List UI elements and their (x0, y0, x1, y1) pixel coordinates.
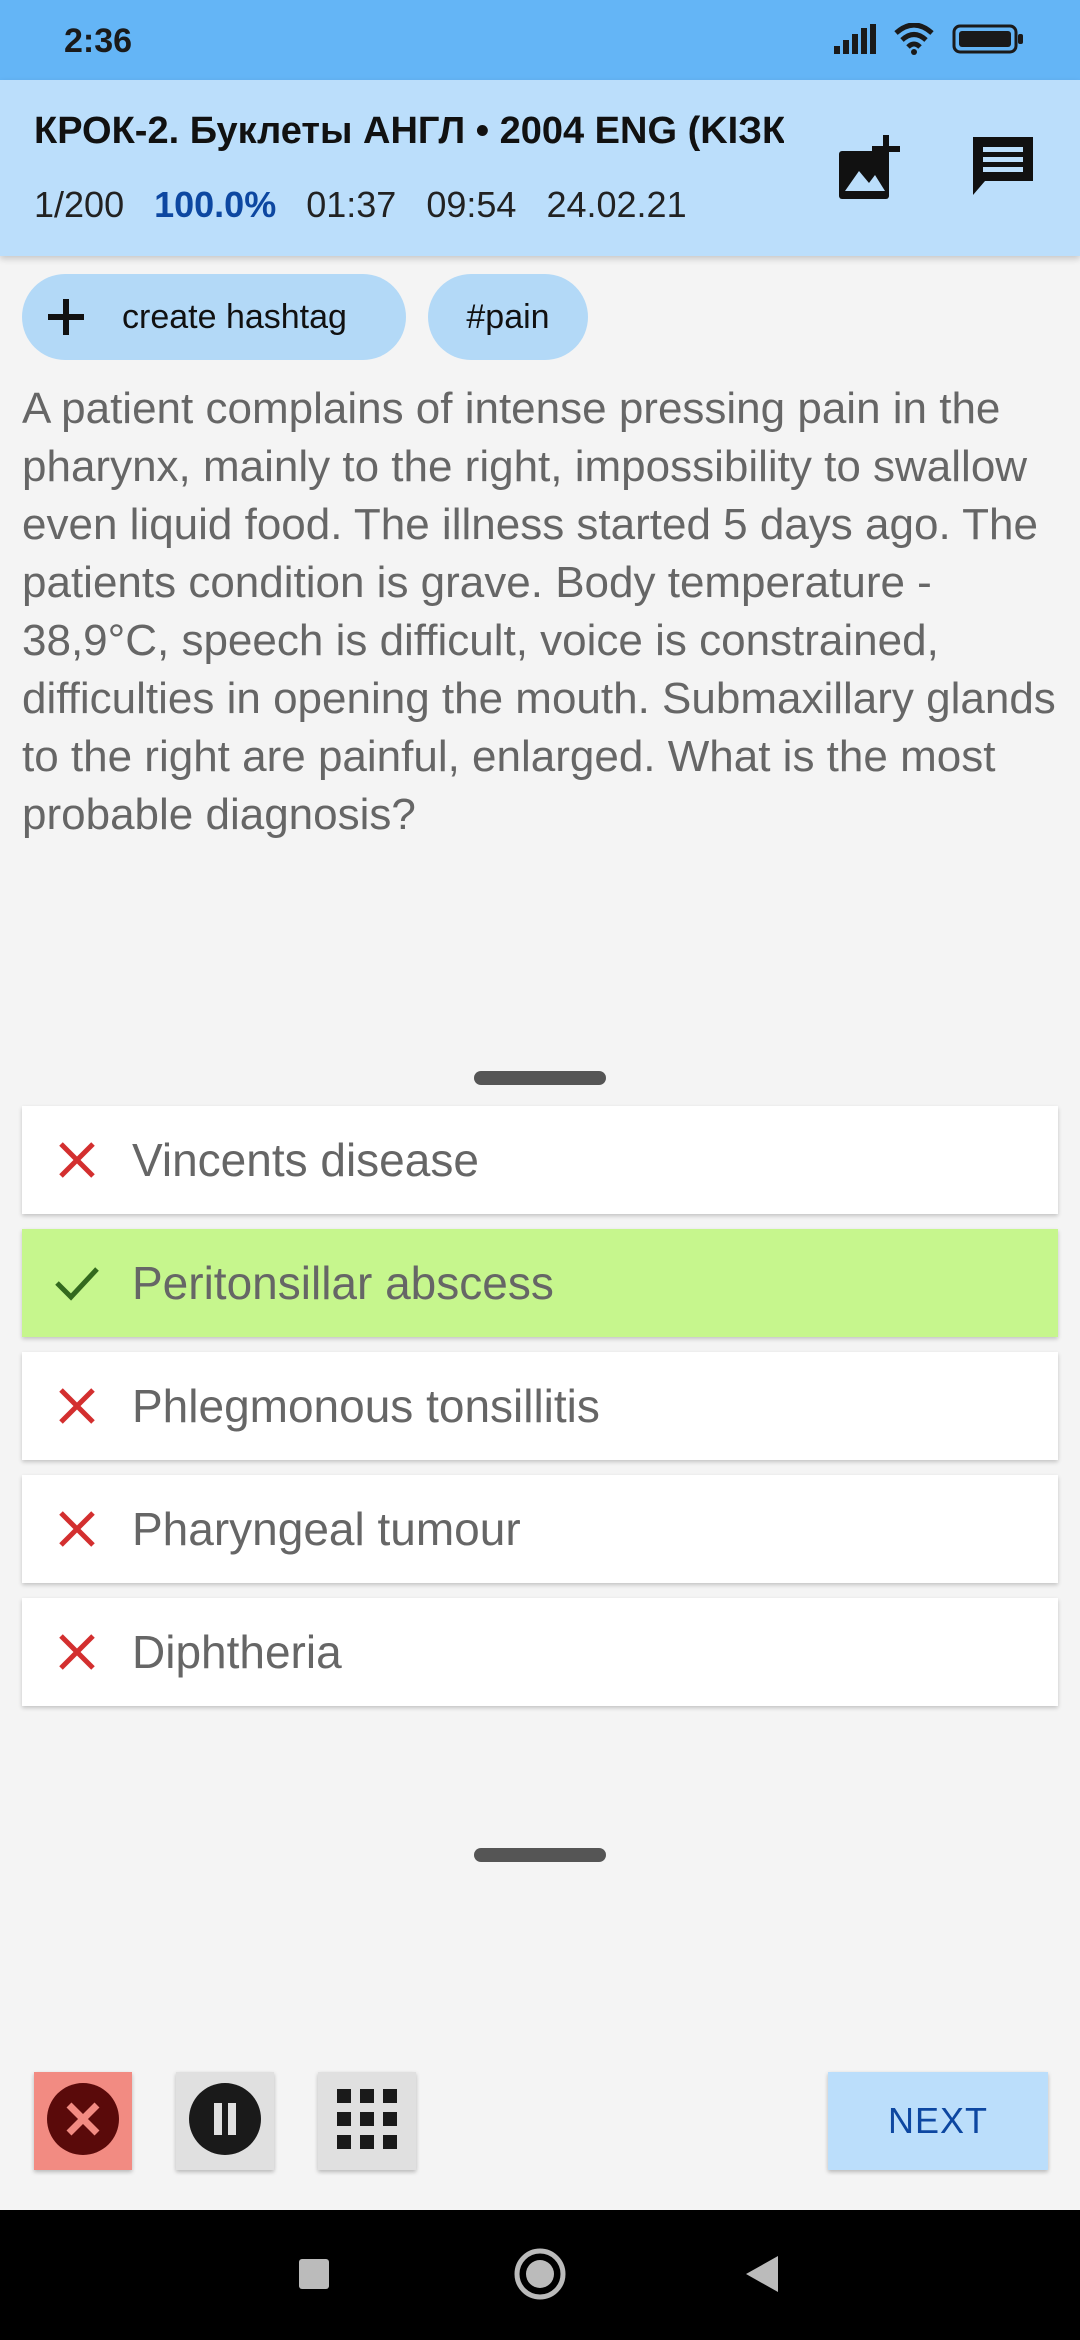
answer-label: Vincents disease (132, 1134, 479, 1186)
answer-label: Diphtheria (132, 1626, 342, 1678)
header-stats: 1/200 100.0% 01:37 09:54 24.02.21 (34, 184, 707, 226)
question-text: A patient complains of intense pressing … (22, 384, 1056, 839)
pause-button[interactable] (176, 2072, 274, 2170)
hashtag-chip-pain[interactable]: #pain (428, 274, 588, 360)
answer-option-correct[interactable]: Peritonsillar abscess (22, 1229, 1058, 1337)
square-icon (297, 2257, 331, 2296)
signal-icon (834, 23, 876, 59)
check-icon (22, 1263, 132, 1303)
status-time: 2:36 (64, 22, 133, 60)
answer-option[interactable]: Pharyngeal tumour (22, 1475, 1058, 1583)
drag-handle-bottom[interactable] (474, 1848, 606, 1862)
answer-label: Pharyngeal tumour (132, 1503, 521, 1555)
exit-button[interactable] (34, 2072, 132, 2170)
drag-handle-top[interactable] (474, 1071, 606, 1085)
comment-icon (967, 131, 1039, 208)
answer-label: Phlegmonous tonsillitis (132, 1380, 600, 1432)
wrong-mark-icon (22, 1631, 132, 1673)
home-circle-icon (513, 2247, 567, 2306)
wifi-icon (894, 22, 934, 60)
comment-button[interactable] (958, 124, 1048, 214)
answer-option[interactable]: Diphtheria (22, 1598, 1058, 1706)
question-grid-button[interactable] (318, 2072, 416, 2170)
page-title: КРОК-2. Буклеты АНГЛ • 2004 ENG (KIЗК (34, 110, 784, 152)
clock-time: 09:54 (426, 184, 517, 225)
status-icons (834, 20, 1024, 62)
elapsed-timer: 01:37 (306, 184, 397, 225)
wrong-mark-icon (22, 1508, 132, 1550)
hashtag-label: #pain (466, 297, 550, 336)
add-image-button[interactable] (826, 124, 916, 214)
back-triangle-icon (744, 2254, 780, 2299)
pause-icon (187, 2081, 263, 2162)
navigation-bar (0, 2210, 1080, 2340)
question-counter: 1/200 (34, 184, 125, 225)
create-hashtag-label: create hashtag (122, 297, 347, 336)
answer-label: Peritonsillar abscess (132, 1257, 554, 1309)
grid-icon (337, 2088, 397, 2154)
back-button[interactable] (732, 2246, 792, 2306)
answer-option[interactable]: Vincents disease (22, 1106, 1058, 1214)
close-icon (44, 2080, 122, 2163)
app-header: КРОК-2. Буклеты АНГЛ • 2004 ENG (KIЗК 1/… (0, 80, 1080, 256)
recents-button[interactable] (284, 2246, 344, 2306)
home-button[interactable] (510, 2246, 570, 2306)
date-label: 24.02.21 (546, 184, 687, 225)
status-bar: 2:36 (0, 0, 1080, 80)
plus-icon (44, 295, 108, 339)
create-hashtag-chip[interactable]: create hashtag (22, 274, 406, 360)
battery-icon (952, 24, 1024, 59)
score-percent: 100.0% (154, 184, 277, 225)
add-image-icon (835, 131, 907, 208)
next-button[interactable]: NEXT (828, 2072, 1048, 2170)
wrong-mark-icon (22, 1385, 132, 1427)
answer-option[interactable]: Phlegmonous tonsillitis (22, 1352, 1058, 1460)
wrong-mark-icon (22, 1139, 132, 1181)
